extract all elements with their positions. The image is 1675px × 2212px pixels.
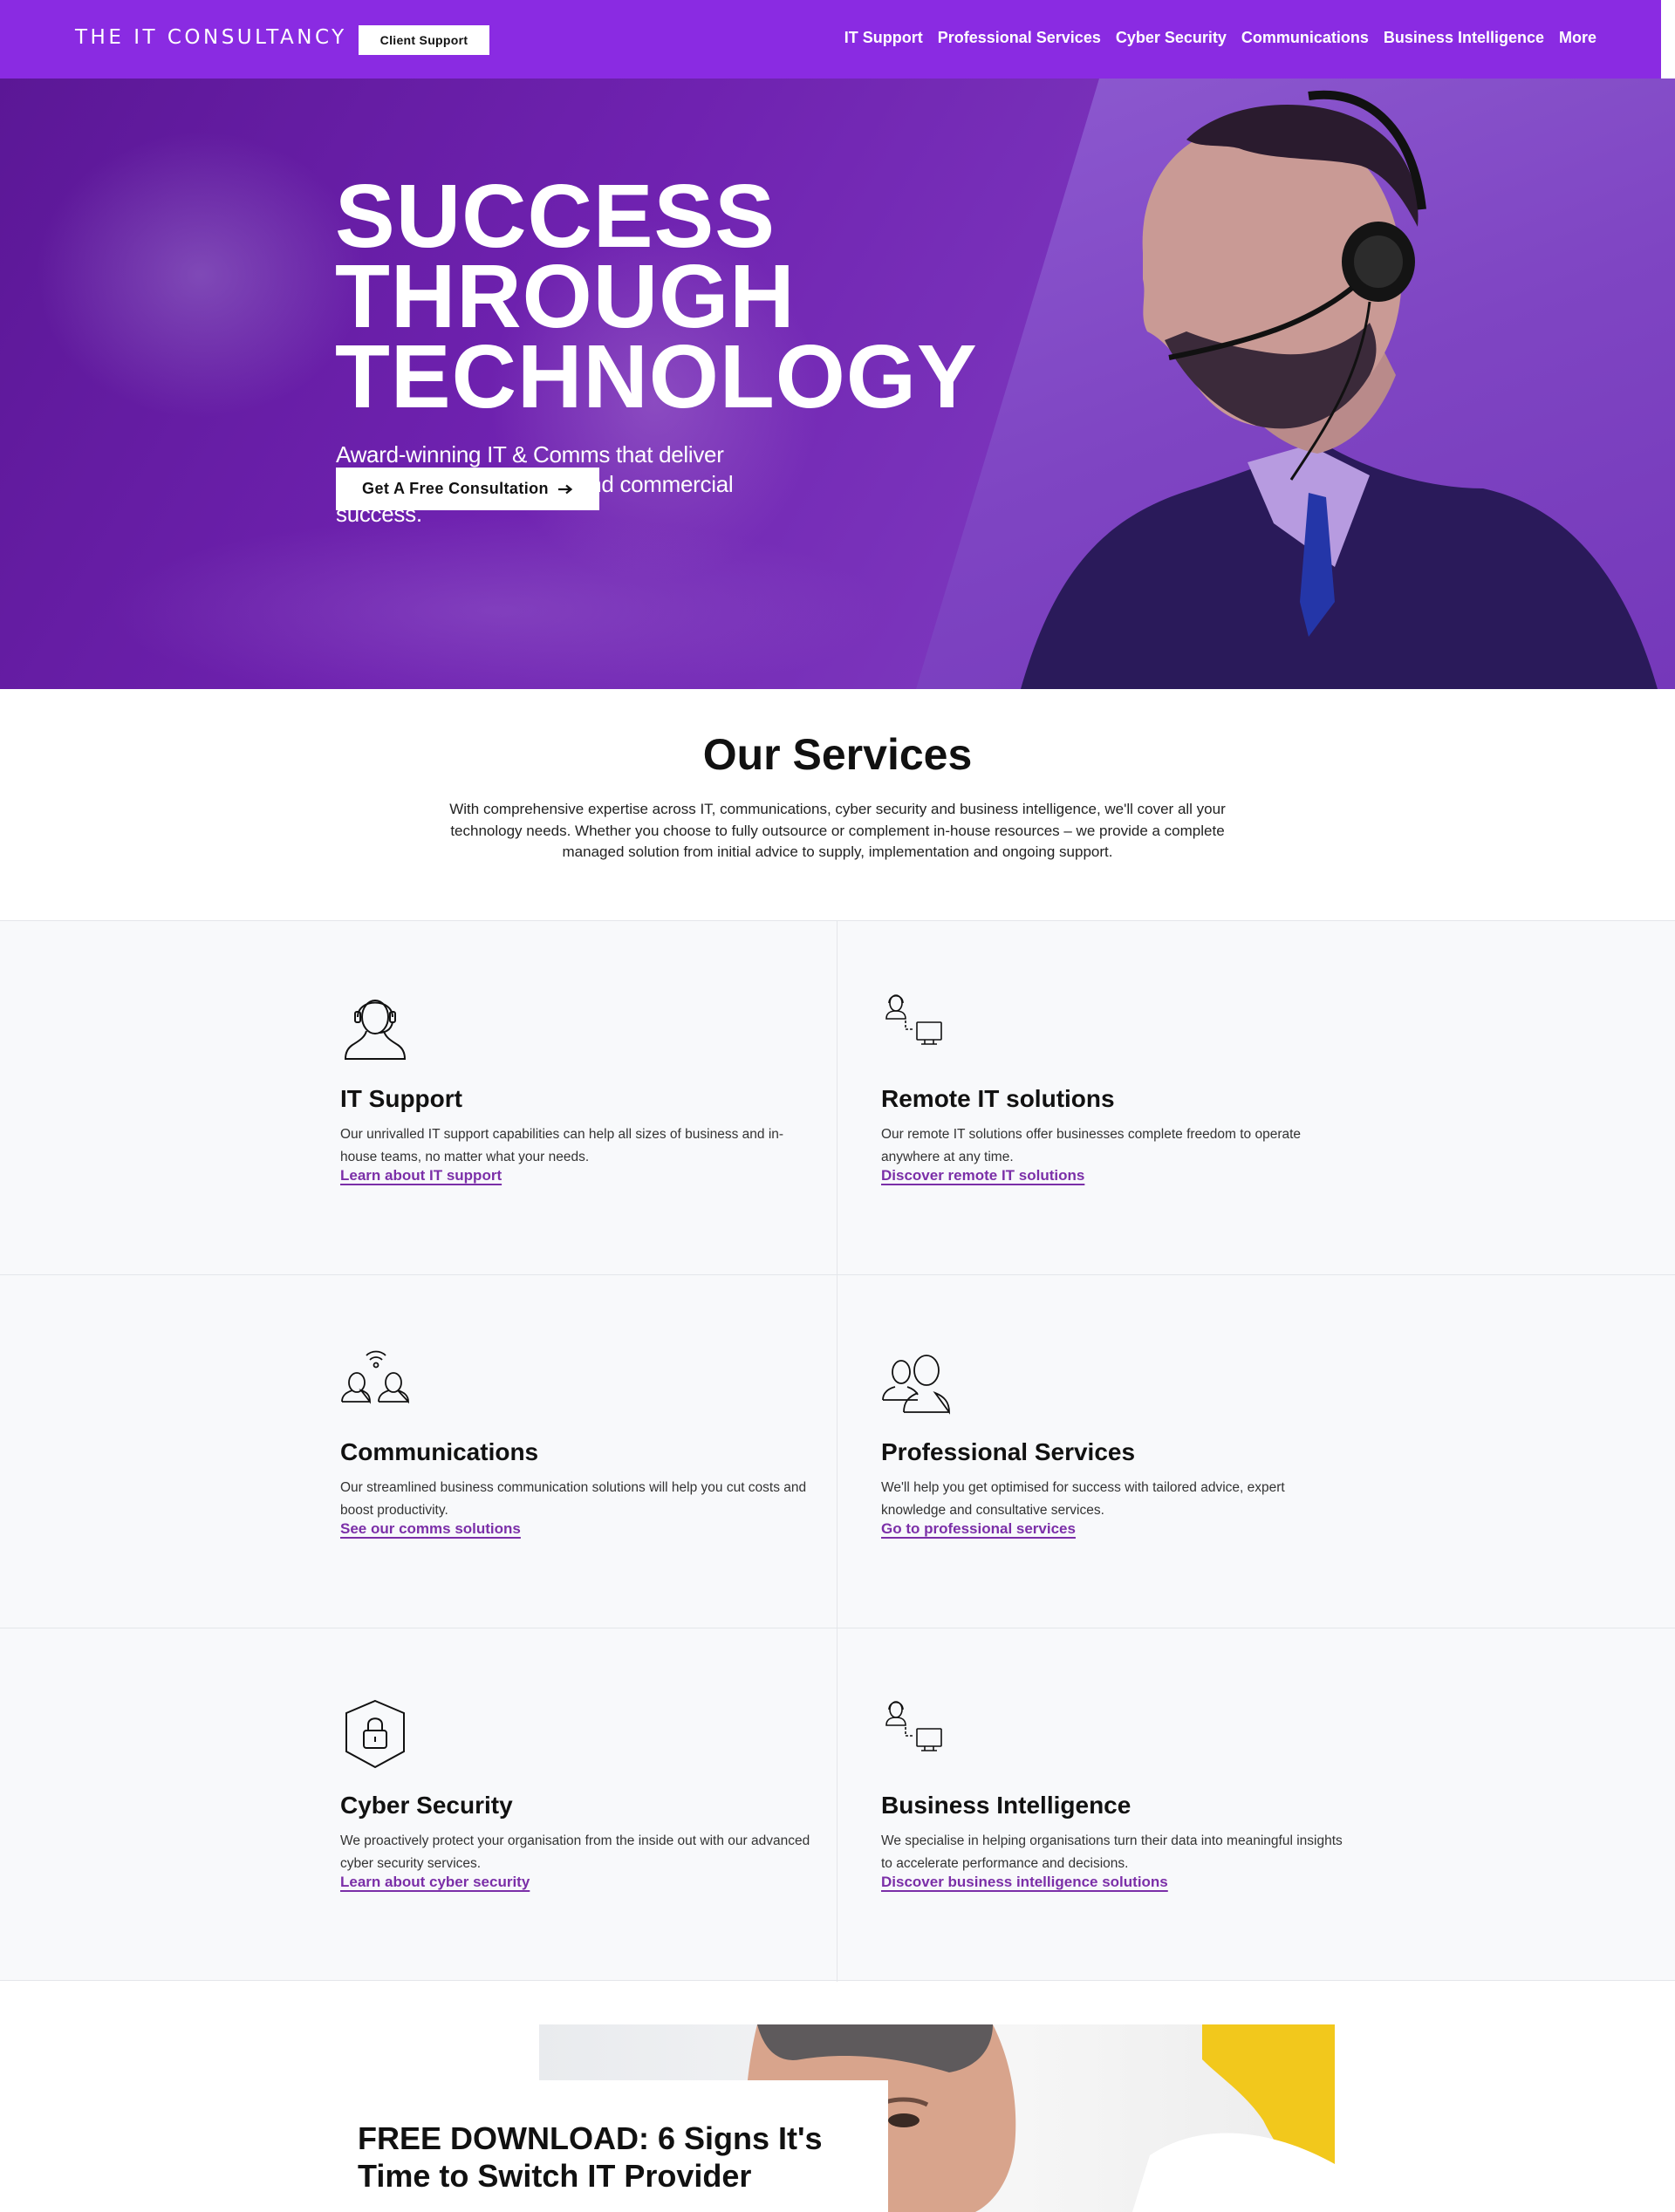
- service-card-link[interactable]: Discover remote IT solutions: [881, 1167, 1084, 1185]
- service-card-link[interactable]: See our comms solutions: [340, 1520, 521, 1538]
- nav-item-more[interactable]: More: [1559, 29, 1596, 47]
- service-card-link[interactable]: Learn about IT support: [340, 1167, 502, 1185]
- free-consultation-button[interactable]: Get A Free Consultation: [336, 468, 599, 510]
- main-nav: IT Support Professional Services Cyber S…: [830, 29, 1596, 47]
- services-grid: IT Support Our unrivalled IT support cap…: [0, 920, 1675, 1982]
- remote-person-computer-icon: [885, 994, 942, 1045]
- service-card-link[interactable]: Learn about cyber security: [340, 1874, 530, 1891]
- service-card-text: Our unrivalled IT support capabilities c…: [340, 1127, 784, 1164]
- service-card-text: We proactively protect your organisation…: [340, 1833, 810, 1871]
- hero-background-blur: [35, 131, 366, 419]
- service-card-link[interactable]: Discover business intelligence solutions: [881, 1874, 1168, 1891]
- service-card-text: We'll help you get optimised for success…: [881, 1480, 1285, 1518]
- service-card-text: Our remote IT solutions offer businesses…: [881, 1127, 1302, 1164]
- services-title: Our Services: [702, 730, 973, 779]
- grid-divider: [837, 921, 838, 1982]
- nav-item-cyber-security[interactable]: Cyber Security: [1116, 29, 1227, 47]
- arrow-right-icon: [557, 484, 573, 494]
- service-card-title: IT Support: [340, 1085, 462, 1112]
- download-title: FREE DOWNLOAD: 6 Signs It's Time to Swit…: [358, 2120, 823, 2194]
- headset-person-icon: [344, 1000, 407, 1060]
- client-support-button[interactable]: Client Support: [359, 25, 489, 55]
- free-consultation-button-label: Get A Free Consultation: [362, 480, 549, 497]
- service-card-title: Remote IT solutions: [881, 1085, 1115, 1112]
- page-scrollbar-gutter[interactable]: [1661, 0, 1675, 79]
- site-logo[interactable]: THE IT CONSULTANCY: [75, 26, 347, 49]
- service-card-title: Communications: [340, 1438, 539, 1465]
- service-card-title: Business Intelligence: [881, 1792, 1131, 1819]
- nav-item-communications[interactable]: Communications: [1241, 29, 1369, 47]
- nav-item-professional-services[interactable]: Professional Services: [938, 29, 1101, 47]
- nav-item-it-support[interactable]: IT Support: [844, 29, 923, 47]
- hero-background-blur: [105, 515, 890, 689]
- service-card-title: Cyber Security: [340, 1792, 513, 1819]
- person-computer-icon: [885, 1701, 942, 1751]
- hero-title-line: TECHNOLOGY: [335, 326, 978, 427]
- grid-divider: [0, 1274, 1675, 1275]
- people-group-icon: [882, 1355, 950, 1415]
- service-card-text: We specialise in helping organisations t…: [881, 1833, 1343, 1871]
- people-wifi-icon: [341, 1350, 409, 1404]
- hero-title: SUCCESS THROUGH TECHNOLOGY: [335, 166, 1120, 427]
- shield-lock-icon: [345, 1699, 405, 1769]
- site-header: THE IT CONSULTANCY Client Support IT Sup…: [0, 0, 1661, 79]
- hero-section: SUCCESS THROUGH TECHNOLOGY Award-winning…: [0, 79, 1675, 689]
- service-card-link[interactable]: Go to professional services: [881, 1520, 1076, 1538]
- service-card-text: Our streamlined business communication s…: [340, 1480, 807, 1518]
- services-description: With comprehensive expertise across IT, …: [449, 801, 1226, 860]
- service-card-title: Professional Services: [881, 1438, 1136, 1465]
- hero-title-line: THROUGH: [335, 246, 796, 346]
- nav-item-business-intelligence[interactable]: Business Intelligence: [1384, 29, 1544, 47]
- hero-title-line: SUCCESS: [335, 166, 776, 266]
